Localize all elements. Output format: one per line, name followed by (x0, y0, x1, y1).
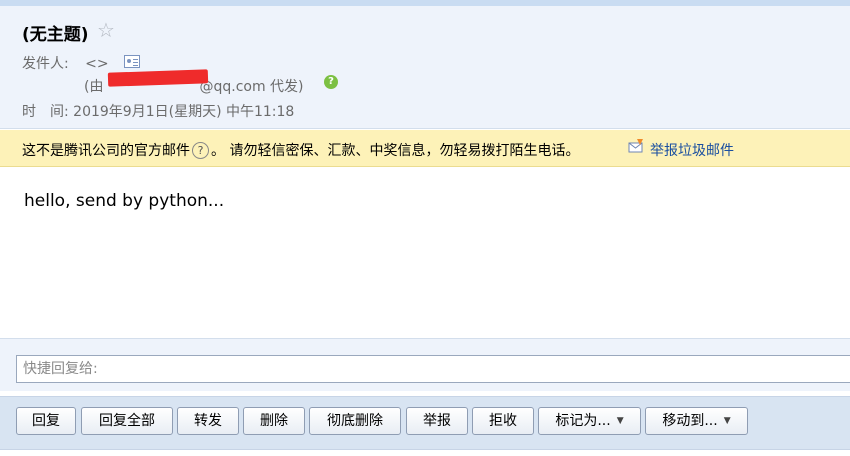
move-to-dropdown[interactable]: 移动到... ▼ (645, 407, 748, 435)
time-value: 2019年9月1日(星期天) 中午11:18 (73, 104, 295, 120)
report-spam-icon[interactable] (628, 139, 644, 153)
mark-as-label: 标记为... (555, 413, 611, 429)
sender-value[interactable]: <> (85, 56, 108, 72)
reject-button[interactable]: 拒收 (472, 407, 534, 435)
chevron-down-icon: ▼ (616, 416, 624, 426)
report-button[interactable]: 举报 (406, 407, 468, 435)
chevron-down-icon: ▼ (723, 416, 731, 426)
delete-button[interactable]: 删除 (243, 407, 305, 435)
reply-button[interactable]: 回复 (16, 407, 76, 435)
proxy-prefix: (由 (84, 79, 104, 95)
warning-text-before: 这不是腾讯公司的官方邮件 (22, 143, 190, 159)
mark-as-dropdown[interactable]: 标记为... ▼ (538, 407, 641, 435)
email-header: (无主题) ☆ 发件人: <> (由 @qq.com 代发) ? 时 间: 201… (0, 6, 850, 129)
verified-help-icon[interactable]: ? (324, 75, 338, 89)
star-icon[interactable]: ☆ (97, 18, 115, 42)
action-toolbar: 回复 回复全部 转发 删除 彻底删除 举报 拒收 标记为... ▼ 移动到... ▼ (0, 396, 850, 450)
move-to-label: 移动到... (662, 413, 718, 429)
time-label: 时 间: (22, 104, 69, 120)
quick-reply-area (0, 338, 850, 391)
report-spam-link[interactable]: 举报垃圾邮件 (650, 140, 734, 160)
quick-reply-input[interactable] (16, 355, 850, 383)
sender-row: 发件人: <> (22, 53, 109, 73)
proxy-suffix: @qq.com 代发) (199, 79, 304, 95)
warning-text: 这不是腾讯公司的官方邮件?。 请勿轻信密保、汇款、中奖信息，勿轻易拨打陌生电话。 (22, 140, 579, 160)
contact-card-icon[interactable] (124, 55, 140, 68)
email-body: hello, send by python... (24, 191, 225, 211)
time-row: 时 间: 2019年9月1日(星期天) 中午11:18 (22, 101, 294, 121)
reply-all-button[interactable]: 回复全部 (81, 407, 173, 435)
warning-text-after: 。 请勿轻信密保、汇款、中奖信息，勿轻易拨打陌生电话。 (211, 143, 580, 159)
delete-permanently-button[interactable]: 彻底删除 (309, 407, 401, 435)
question-icon[interactable]: ? (192, 142, 209, 159)
email-subject: (无主题) (22, 25, 89, 45)
sender-label: 发件人: (22, 56, 69, 72)
forward-button[interactable]: 转发 (177, 407, 239, 435)
